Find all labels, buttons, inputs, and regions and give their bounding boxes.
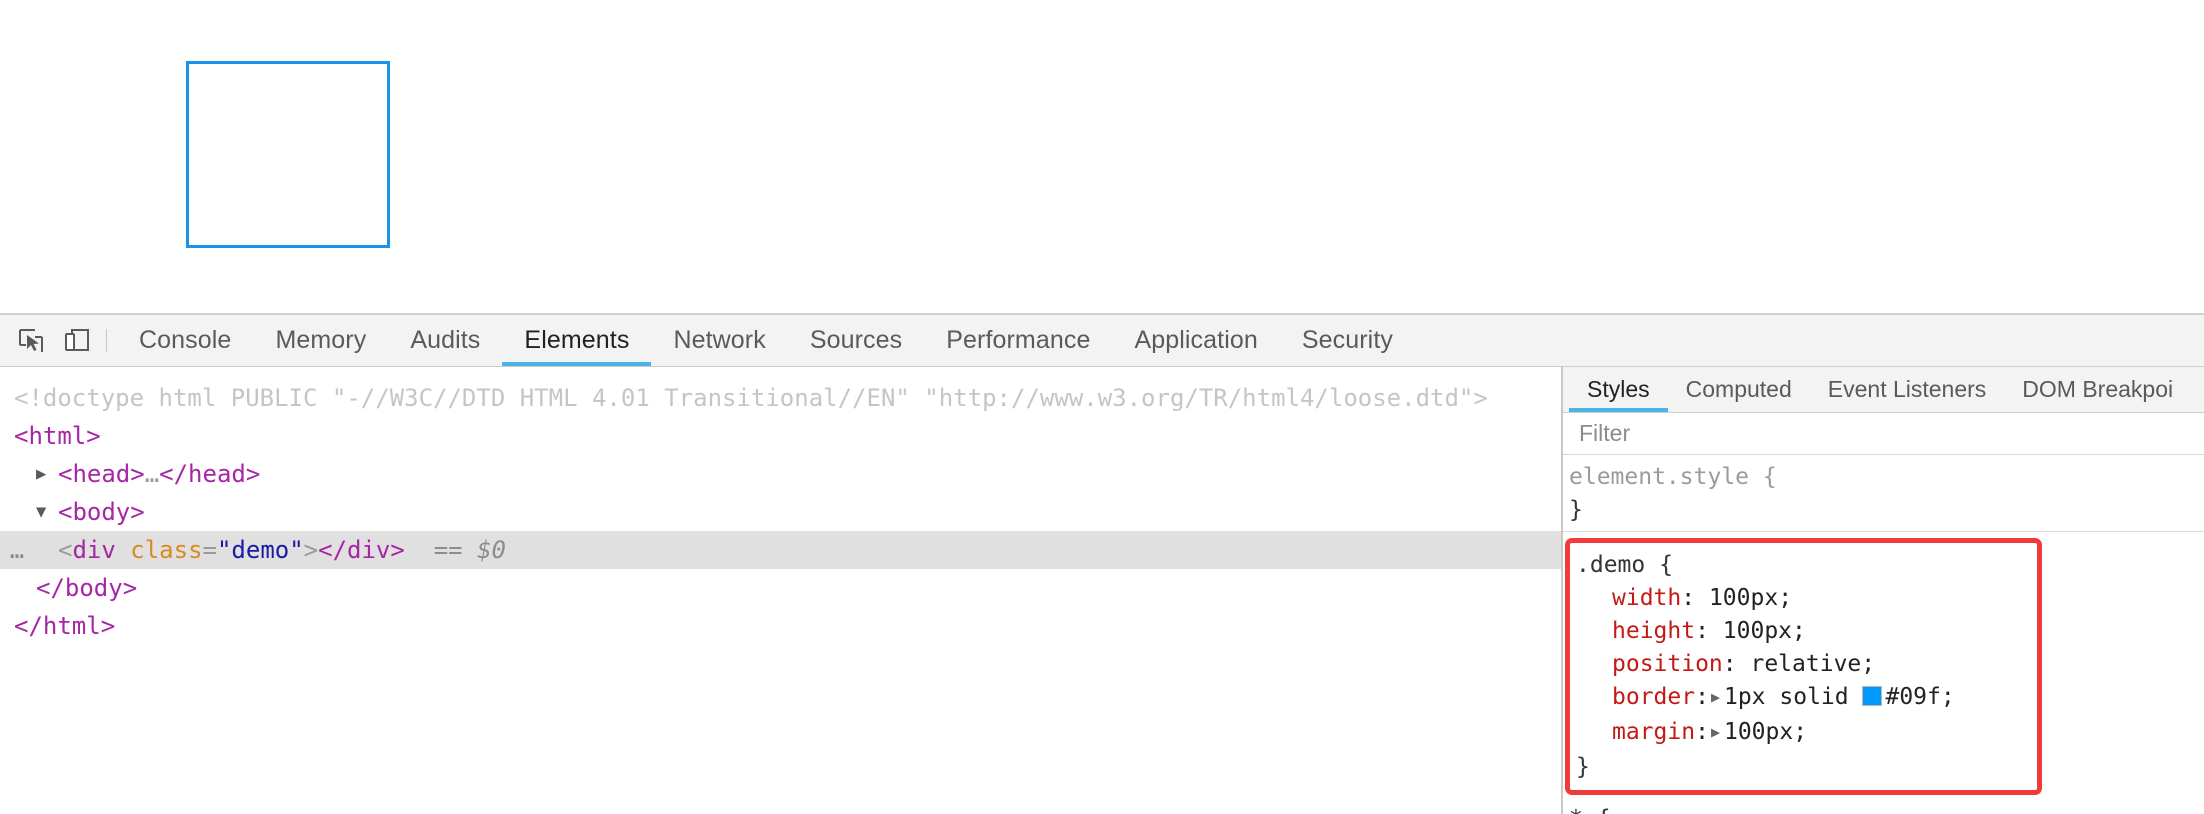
dom-row-selected-div[interactable]: … < div class = "demo" > </div> == $0	[0, 531, 1561, 569]
styles-filter-input[interactable]	[1579, 420, 2142, 447]
tab-event-listeners[interactable]: Event Listeners	[1810, 367, 2005, 412]
tab-computed[interactable]: Computed	[1668, 367, 1810, 412]
doctype-text: <!doctype html PUBLIC "-//W3C//DTD HTML …	[14, 384, 1488, 412]
div-attr-name[interactable]: class	[130, 531, 202, 569]
css-rule-demo[interactable]: .demo { width: 100px; height: 100px; pos…	[1565, 538, 2042, 795]
element-style-selector: element.style {	[1569, 464, 1777, 490]
div-closing-tag: </div>	[318, 536, 405, 564]
border-value-prefix: 1px solid	[1723, 684, 1863, 710]
selected-node-reference: == $0	[433, 536, 506, 564]
color-swatch-icon[interactable]	[1862, 686, 1883, 706]
dom-row-body-close: </body>	[0, 569, 1561, 607]
devtools-panel: Console Memory Audits Elements Network S…	[0, 313, 2204, 814]
tab-styles[interactable]: Styles	[1569, 367, 1668, 412]
html-open-tag: <html>	[14, 422, 101, 450]
tab-sources[interactable]: Sources	[788, 315, 924, 366]
tab-application[interactable]: Application	[1112, 315, 1279, 366]
tab-memory[interactable]: Memory	[253, 315, 388, 366]
border-value-color: #09f;	[1885, 684, 1955, 710]
demo-element-box[interactable]	[186, 61, 390, 248]
tab-dom-breakpoints[interactable]: DOM Breakpoi	[2004, 367, 2191, 412]
property-value-position[interactable]: relative;	[1750, 651, 1875, 677]
declaration-width[interactable]: width: 100px;	[1576, 582, 2037, 615]
body-close-tag: </body>	[36, 574, 138, 602]
chevron-down-icon[interactable]: ▼	[36, 493, 58, 531]
styles-rules-list: element.style { } .demo { width: 100px; …	[1563, 455, 2204, 814]
dom-gutter-ellipsis: …	[9, 536, 25, 564]
styles-pane-tabs: Styles Computed Event Listeners DOM Brea…	[1563, 367, 2204, 413]
dom-row-head[interactable]: ▶ <head> … </head>	[0, 455, 1561, 493]
tab-performance[interactable]: Performance	[924, 315, 1112, 366]
tab-console[interactable]: Console	[117, 315, 253, 366]
head-close-tag: </head>	[159, 460, 261, 488]
tab-elements[interactable]: Elements	[502, 315, 652, 366]
rule-divider	[1563, 531, 2204, 532]
dom-tree-pane[interactable]: <!doctype html PUBLIC "-//W3C//DTD HTML …	[0, 367, 1561, 814]
div-tag-name: div	[72, 536, 116, 564]
property-value-width[interactable]: 100px;	[1709, 585, 1792, 611]
styles-filter-row	[1563, 413, 2204, 455]
tab-network[interactable]: Network	[651, 315, 787, 366]
expand-triangle-icon-border[interactable]: ▶	[1709, 681, 1724, 714]
dom-row-doctype: <!doctype html PUBLIC "-//W3C//DTD HTML …	[0, 379, 1561, 417]
declaration-height[interactable]: height: 100px;	[1576, 615, 2037, 648]
devtools-main-tabs: Console Memory Audits Elements Network S…	[117, 315, 1415, 366]
toolbar-divider	[106, 329, 107, 352]
demo-selector[interactable]: .demo {	[1576, 549, 2037, 582]
div-open-bracket: <	[58, 536, 73, 564]
css-rule-element-style[interactable]: element.style { }	[1563, 461, 2204, 527]
body-open-tag: <body>	[58, 498, 145, 526]
property-name-margin[interactable]: margin	[1612, 719, 1695, 745]
tab-security[interactable]: Security	[1280, 315, 1415, 366]
dom-row-html-open[interactable]: <html>	[0, 417, 1561, 455]
dom-row-html-close: </html>	[0, 607, 1561, 645]
tab-audits[interactable]: Audits	[388, 315, 502, 366]
devtools-toolbar: Console Memory Audits Elements Network S…	[0, 315, 2204, 367]
div-attr-value[interactable]: "demo"	[217, 531, 304, 569]
declaration-position[interactable]: position: relative;	[1576, 648, 2037, 681]
div-close-bracket: >	[303, 536, 319, 564]
declaration-margin[interactable]: margin: ▶ 100px;	[1576, 716, 2037, 751]
element-style-close: }	[1569, 497, 1583, 523]
declaration-border[interactable]: border: ▶ 1px solid #09f;	[1576, 681, 2037, 716]
devtools-body: <!doctype html PUBLIC "-//W3C//DTD HTML …	[0, 367, 2204, 814]
property-name-height[interactable]: height	[1612, 618, 1695, 644]
div-attr-equals: =	[202, 536, 217, 564]
styles-pane: Styles Computed Event Listeners DOM Brea…	[1561, 367, 2204, 814]
property-name-border[interactable]: border	[1612, 684, 1695, 710]
expand-triangle-icon-margin[interactable]: ▶	[1709, 716, 1724, 749]
property-name-width[interactable]: width	[1612, 585, 1681, 611]
device-toolbar-icon[interactable]	[54, 315, 100, 366]
property-value-margin[interactable]: 100px;	[1724, 719, 1807, 745]
property-name-position[interactable]: position	[1612, 651, 1723, 677]
demo-rule-close: }	[1576, 754, 1590, 780]
head-ellipsis: …	[144, 460, 160, 488]
universal-selector: * {	[1569, 803, 2204, 814]
dom-row-body-open[interactable]: ▼ <body>	[0, 493, 1561, 531]
css-rule-universal[interactable]: * {	[1563, 803, 2204, 814]
page-viewport	[0, 0, 2204, 313]
property-value-height[interactable]: 100px;	[1723, 618, 1806, 644]
inspect-element-icon[interactable]	[8, 315, 54, 366]
chevron-right-icon[interactable]: ▶	[36, 455, 58, 493]
head-open-tag: <head>	[58, 460, 145, 488]
html-close-tag: </html>	[14, 612, 116, 640]
